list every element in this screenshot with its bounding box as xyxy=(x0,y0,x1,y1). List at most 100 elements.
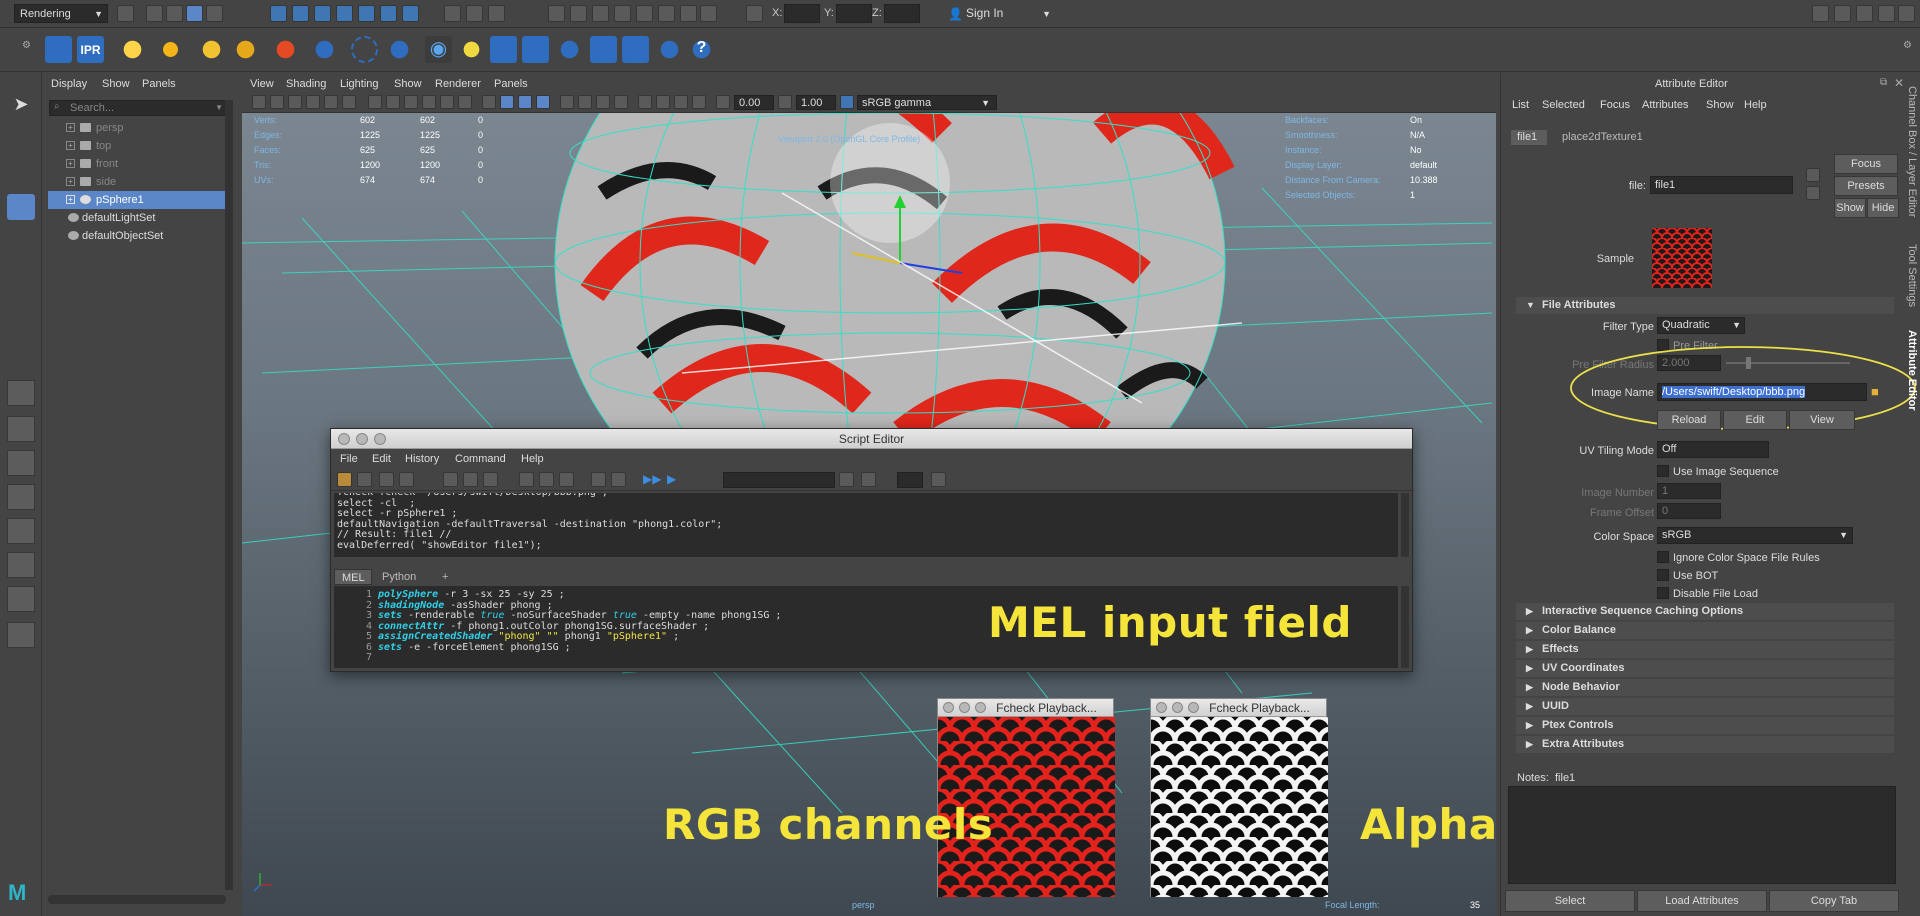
script-layout-icon[interactable] xyxy=(7,586,35,612)
reload-button[interactable]: Reload xyxy=(1657,410,1721,430)
minimize-window-button[interactable] xyxy=(356,433,368,445)
rotate-tool-icon[interactable] xyxy=(7,226,35,252)
frame-offset-field[interactable]: 0 xyxy=(1657,503,1721,519)
outliner-item-persp[interactable]: + persp xyxy=(48,119,228,137)
image-number-field[interactable]: 1 xyxy=(1657,483,1721,499)
output-connections-icon[interactable] xyxy=(1806,186,1820,200)
line-numbers-icon[interactable] xyxy=(611,472,626,487)
snap-grid-icon[interactable] xyxy=(270,5,287,22)
zoom-window-button[interactable] xyxy=(374,433,386,445)
xray-joints-icon[interactable] xyxy=(674,95,688,109)
show-history-icon[interactable] xyxy=(519,472,534,487)
ignore-color-space-rules-checkbox[interactable] xyxy=(1657,551,1669,563)
bar-chart-icon[interactable] xyxy=(622,36,649,63)
xray-icon[interactable] xyxy=(656,95,670,109)
gamma-icon[interactable] xyxy=(778,95,792,109)
outliner-item-defaultobjectset[interactable]: defaultObjectSet xyxy=(48,227,228,245)
side-tab-tool-settings[interactable]: Tool Settings xyxy=(1906,244,1918,307)
script-menu-help[interactable]: Help xyxy=(521,453,544,465)
copy-tab-button[interactable]: Copy Tab xyxy=(1769,890,1899,912)
2d-pan-zoom-icon[interactable] xyxy=(324,95,338,109)
ae-menu-help[interactable]: Help xyxy=(1744,99,1767,111)
lasso-tool-icon[interactable] xyxy=(7,128,35,154)
select-button[interactable]: Select xyxy=(1505,890,1635,912)
gate-mask-icon[interactable] xyxy=(422,95,436,109)
viewport-menu-shading[interactable]: Shading xyxy=(286,78,326,90)
sign-in-button[interactable]: 👤 Sign In ▼ xyxy=(944,4,1054,23)
search-field[interactable] xyxy=(723,472,835,488)
custom-layout-icon[interactable] xyxy=(7,622,35,648)
clear-history-icon[interactable] xyxy=(443,472,458,487)
snap-help-icon[interactable] xyxy=(402,5,419,22)
outliner-item-front[interactable]: + front xyxy=(48,155,228,173)
execute-icon[interactable]: ▶ xyxy=(667,472,676,486)
hide-button[interactable]: Hide xyxy=(1867,198,1899,218)
lights-icon[interactable] xyxy=(560,95,574,109)
area-light-icon[interactable] xyxy=(272,36,299,63)
expand-icon[interactable]: + xyxy=(66,123,75,132)
outliner-item-defaultlightset[interactable]: defaultLightSet xyxy=(48,209,228,227)
select-tool-icon[interactable]: ➤ xyxy=(7,94,35,120)
mode-selector[interactable]: Rendering ▼ xyxy=(14,4,108,23)
zoom-window-button[interactable] xyxy=(1188,702,1199,713)
tab-python[interactable]: Python xyxy=(375,569,433,585)
viewport-menu-panels[interactable]: Panels xyxy=(494,78,528,90)
close-window-button[interactable] xyxy=(1156,702,1167,713)
resolution-gate-icon[interactable] xyxy=(404,95,418,109)
film-gate-icon[interactable] xyxy=(386,95,400,109)
close-window-button[interactable] xyxy=(338,433,350,445)
ae-menu-attributes[interactable]: Attributes xyxy=(1642,99,1688,111)
light-bulb-icon[interactable] xyxy=(458,36,485,63)
clear-all-icon[interactable] xyxy=(483,472,498,487)
point-light-icon[interactable] xyxy=(198,36,225,63)
render-view-icon[interactable] xyxy=(636,5,653,22)
goto-line-icon[interactable] xyxy=(931,472,946,487)
render-playblast-icon[interactable] xyxy=(680,5,697,22)
section-interactive-sequence-caching[interactable]: ▶ Interactive Sequence Caching Options xyxy=(1516,603,1894,620)
motion-blur-icon[interactable] xyxy=(614,95,628,109)
uv-tiling-mode-dropdown[interactable]: Off xyxy=(1657,441,1769,458)
input-scrollbar[interactable] xyxy=(1401,586,1409,668)
viewport-menu-show[interactable]: Show xyxy=(394,78,422,90)
color-management-icon[interactable] xyxy=(840,95,854,109)
compass-icon[interactable] xyxy=(656,36,683,63)
ae-menu-show[interactable]: Show xyxy=(1706,99,1734,111)
show-input-icon[interactable] xyxy=(539,472,554,487)
film-strip-icon[interactable] xyxy=(700,5,717,22)
minimize-window-button[interactable] xyxy=(1172,702,1183,713)
script-editor-titlebar[interactable]: Script Editor xyxy=(331,429,1412,449)
move-tool-icon[interactable] xyxy=(7,194,35,220)
file-attributes-section[interactable]: ▼ File Attributes xyxy=(1516,297,1894,314)
scale-tool-icon[interactable] xyxy=(7,256,35,282)
paint-select-tool-icon[interactable] xyxy=(7,160,35,186)
grease-pencil-icon[interactable] xyxy=(342,95,356,109)
outliner-item-psphere1[interactable]: + pSphere1 xyxy=(48,191,228,209)
image-icon[interactable] xyxy=(590,36,617,63)
outliner-scrollbar[interactable] xyxy=(225,100,233,890)
exposure-field[interactable]: 0.00 xyxy=(734,95,774,110)
construction-icon[interactable] xyxy=(488,5,505,22)
select-object-icon[interactable] xyxy=(166,5,183,22)
color-space-dropdown[interactable]: sRGB ▼ xyxy=(1657,527,1853,544)
section-effects[interactable]: ▶ Effects xyxy=(1516,641,1894,658)
input-connections-icon[interactable] xyxy=(1806,168,1820,182)
outliner-menu-display[interactable]: Display xyxy=(51,78,87,90)
use-bot-checkbox[interactable] xyxy=(1657,569,1669,581)
section-ptex-controls[interactable]: ▶ Ptex Controls xyxy=(1516,717,1894,734)
outliner-item-side[interactable]: + side xyxy=(48,173,228,191)
render-settings-icon[interactable] xyxy=(592,5,609,22)
sphere-outline-icon[interactable] xyxy=(351,36,378,63)
camera-attributes-icon[interactable] xyxy=(270,95,284,109)
ambient-light-icon[interactable] xyxy=(119,36,146,63)
snap-curve-icon[interactable] xyxy=(292,5,309,22)
outliner-item-top[interactable]: + top xyxy=(48,137,228,155)
outliner-menu-show[interactable]: Show xyxy=(102,78,130,90)
history-icon[interactable] xyxy=(466,5,483,22)
history-scrollbar[interactable] xyxy=(1401,493,1409,557)
outliner-search-input[interactable]: ⌕ Search... ▼ xyxy=(49,100,227,116)
ae-menu-selected[interactable]: Selected xyxy=(1542,99,1585,111)
info-icon[interactable] xyxy=(386,36,413,63)
execute-all-icon[interactable]: ▶▶ xyxy=(643,472,661,486)
expand-icon[interactable]: + xyxy=(66,141,75,150)
transform-constraint-icon[interactable] xyxy=(746,5,763,22)
